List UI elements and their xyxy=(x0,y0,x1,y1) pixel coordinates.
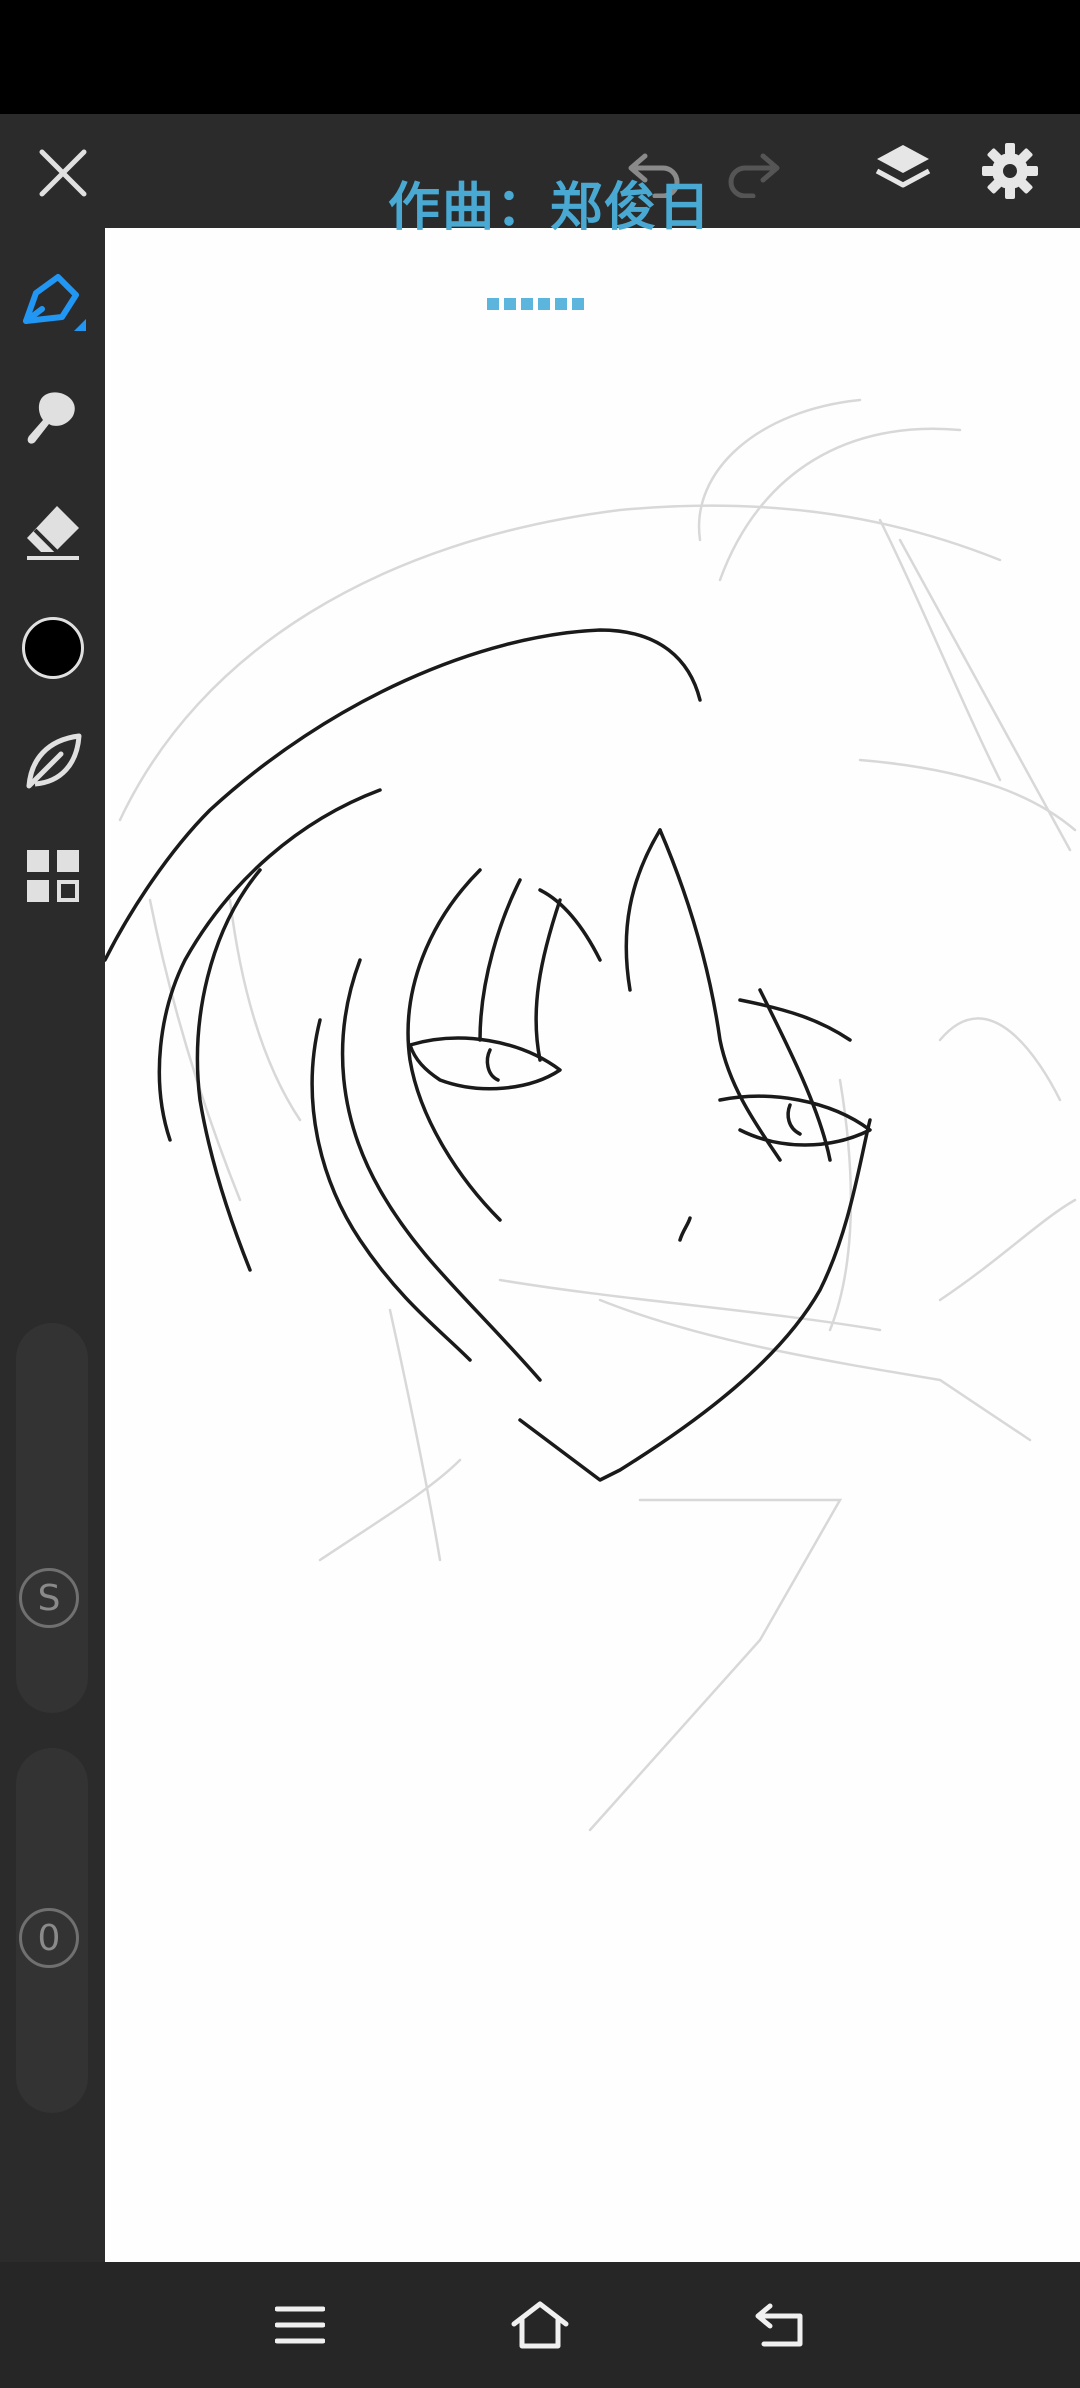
brush-size-badge: S xyxy=(19,1568,79,1628)
lyric-progress-dots xyxy=(487,298,597,312)
sketch-drawing xyxy=(105,398,1077,1832)
brush-tool-button[interactable] xyxy=(0,254,105,354)
more-tools-button[interactable] xyxy=(0,826,105,926)
redo-icon xyxy=(728,153,780,198)
smudge-icon xyxy=(27,392,75,444)
back-button[interactable] xyxy=(720,2262,840,2388)
layers-button[interactable] xyxy=(868,136,938,206)
home-button[interactable] xyxy=(480,2262,600,2388)
leaf-icon xyxy=(26,733,81,789)
eraser-tool-button[interactable] xyxy=(0,482,105,582)
color-picker-button[interactable] xyxy=(0,598,105,698)
drawing-canvas[interactable] xyxy=(105,228,1080,2262)
home-icon xyxy=(511,2301,569,2349)
close-button[interactable] xyxy=(28,138,98,208)
smudge-tool-button[interactable] xyxy=(0,368,105,468)
current-color-swatch xyxy=(21,617,84,679)
eraser-icon xyxy=(26,506,79,560)
gear-icon xyxy=(982,143,1038,199)
menu-icon xyxy=(275,2306,325,2344)
grid-icon xyxy=(26,850,79,902)
menu-button[interactable] xyxy=(240,2262,360,2388)
redo-button[interactable] xyxy=(718,138,788,208)
tool-sidebar: S 0 xyxy=(0,228,105,2262)
status-bar xyxy=(0,0,1080,114)
settings-button[interactable] xyxy=(975,136,1045,206)
pen-icon xyxy=(22,274,86,331)
lyric-overlay-text: 作曲：郑俊日 xyxy=(387,178,712,238)
back-icon xyxy=(755,2303,803,2347)
layers-icon xyxy=(875,145,931,188)
brush-opacity-badge: 0 xyxy=(19,1908,79,1968)
blend-tool-button[interactable] xyxy=(0,712,105,812)
close-icon xyxy=(39,149,87,197)
brush-size-slider[interactable] xyxy=(16,1323,88,1713)
